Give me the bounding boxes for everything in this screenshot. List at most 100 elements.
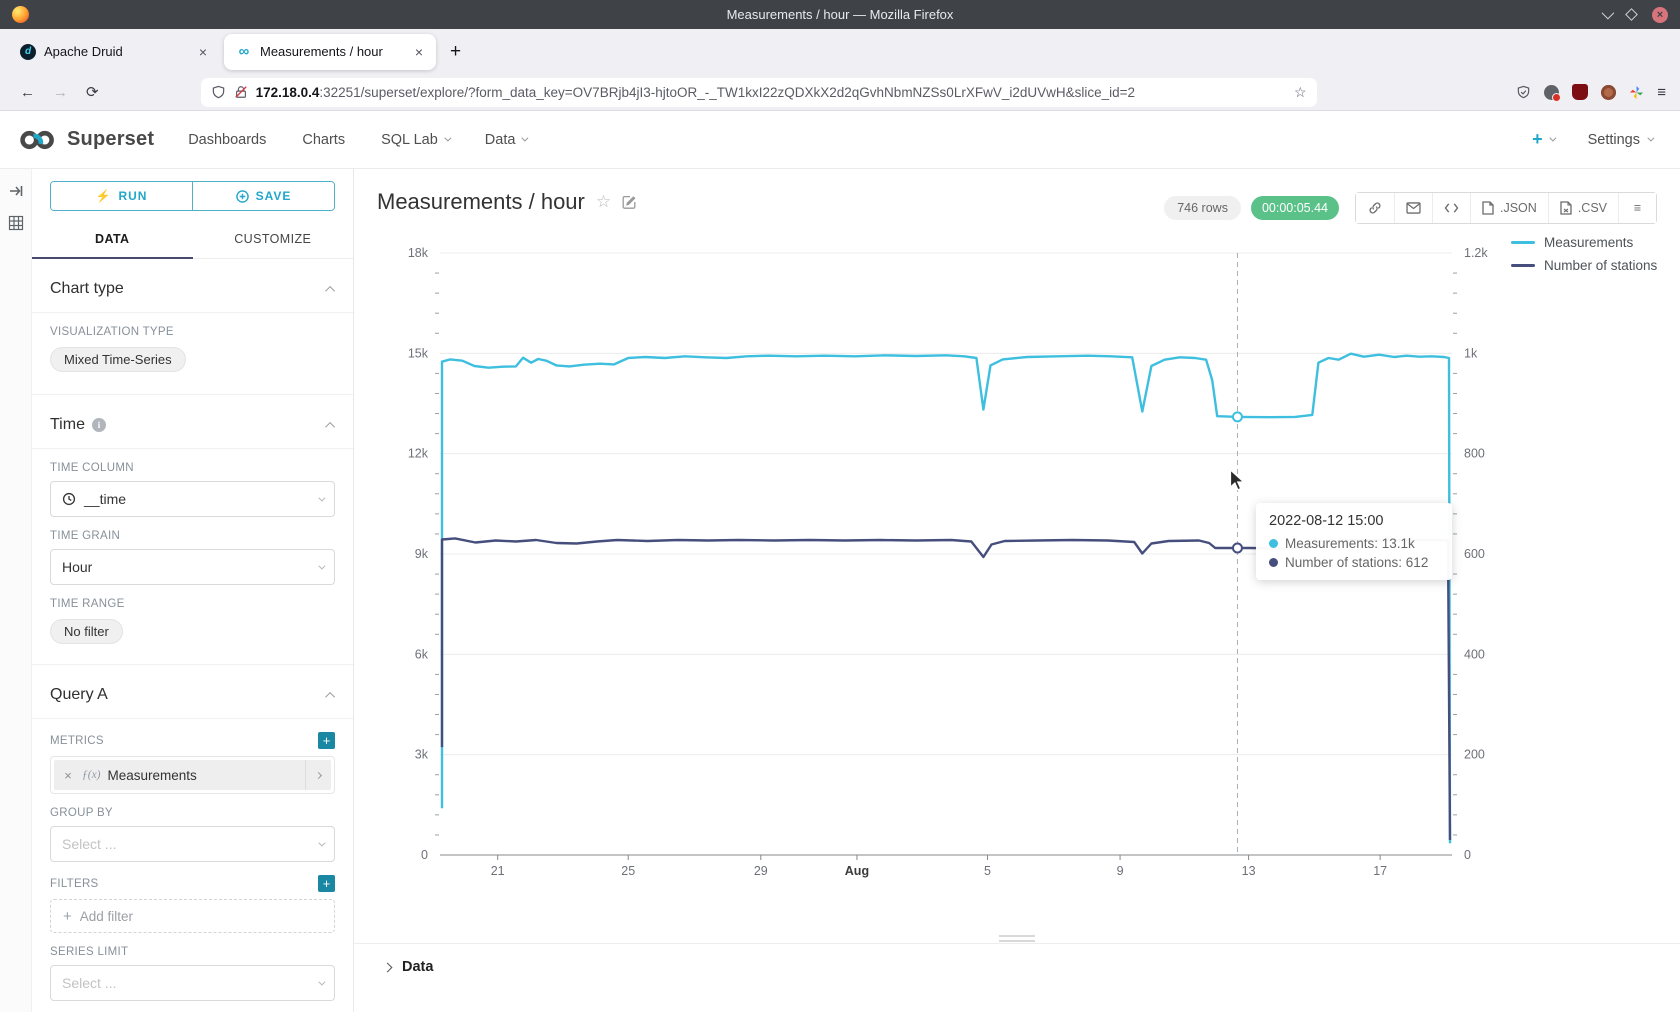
forward-icon[interactable]: →	[53, 84, 68, 101]
section-chart-type[interactable]: Chart type	[50, 259, 335, 312]
series-line-measurements[interactable]	[442, 354, 1450, 844]
pinwheel-extension-icon[interactable]	[1629, 85, 1644, 100]
legend-item-stations[interactable]: Number of stations	[1511, 258, 1657, 273]
tracking-shield-icon[interactable]	[211, 85, 226, 100]
add-metric-button[interactable]: +	[318, 732, 335, 749]
expand-metric-icon[interactable]	[305, 760, 331, 790]
chevron-down-icon	[318, 494, 325, 501]
tab-customize[interactable]: CUSTOMIZE	[193, 223, 354, 259]
nav-item-sql-lab[interactable]: SQL Lab	[381, 132, 449, 148]
superset-favicon-icon: ∞	[236, 44, 252, 60]
visualization-type-value[interactable]: Mixed Time-Series	[50, 347, 186, 372]
reload-icon[interactable]: ⟳	[86, 83, 99, 101]
browser-tab-bar: d Apache Druid × ∞ Measurements / hour ×…	[0, 29, 1680, 74]
dataset-grid-icon[interactable]	[8, 215, 24, 231]
pocket-shield-icon[interactable]	[1516, 85, 1531, 100]
close-tab-icon[interactable]: ×	[412, 44, 426, 60]
nav-item-data[interactable]: Data	[485, 132, 527, 148]
series-dot-icon	[1269, 539, 1278, 548]
tab-apache-druid[interactable]: d Apache Druid ×	[8, 34, 220, 70]
add-filter-button[interactable]: +	[318, 875, 335, 892]
ublock-extension-icon[interactable]	[1572, 84, 1588, 100]
embed-code-button[interactable]	[1432, 193, 1470, 223]
series-limit-label: SERIES LIMIT	[50, 946, 335, 958]
y-axis-label-right: 1k	[1464, 346, 1478, 360]
tab-measurements-hour[interactable]: ∞ Measurements / hour ×	[224, 34, 436, 70]
y-axis-label-right: 1.2k	[1464, 246, 1488, 260]
extension-icon[interactable]	[1601, 85, 1616, 100]
insecure-lock-icon[interactable]	[234, 85, 248, 99]
copy-link-button[interactable]	[1356, 193, 1394, 223]
lightning-icon: ⚡	[96, 189, 112, 203]
y-axis-label-left: 9k	[415, 547, 429, 561]
time-grain-select[interactable]: Hour	[50, 549, 335, 585]
panel-tabs: DATA CUSTOMIZE	[32, 223, 353, 259]
plus-circle-icon	[236, 190, 249, 203]
chevron-down-icon	[444, 135, 451, 142]
superset-logo[interactable]: Superset	[18, 127, 154, 153]
x-axis-label: 13	[1242, 864, 1256, 878]
add-filter-dropzone[interactable]: +Add filter	[50, 899, 335, 933]
legend-line-icon	[1511, 264, 1535, 268]
export-json-button[interactable]: .JSON	[1470, 193, 1548, 223]
nav-item-dashboards[interactable]: Dashboards	[188, 132, 266, 148]
email-button[interactable]	[1394, 193, 1432, 223]
tab-label: Apache Druid	[44, 44, 188, 59]
legend-label: Number of stations	[1544, 258, 1657, 273]
favorite-star-icon[interactable]: ☆	[596, 192, 611, 212]
new-item-button[interactable]: +	[1532, 129, 1554, 150]
container-extension-icon[interactable]	[1544, 85, 1559, 100]
hover-marker-icon	[1233, 412, 1242, 421]
group-by-select[interactable]: Select ...	[50, 826, 335, 862]
chevron-up-icon	[325, 285, 335, 295]
data-section-label: Data	[402, 959, 433, 975]
metric-measurements[interactable]: × ƒ(x)Measurements	[54, 760, 331, 790]
export-csv-button[interactable]: .CSV	[1548, 193, 1618, 223]
y-axis-label-left: 12k	[408, 447, 429, 461]
section-time[interactable]: Timei	[50, 395, 335, 448]
data-results-section[interactable]: Data	[354, 943, 1680, 975]
y-axis-label-left: 3k	[415, 748, 429, 762]
edit-title-icon[interactable]	[622, 195, 637, 210]
hamburger-menu-icon[interactable]: ≡	[1657, 84, 1666, 101]
envelope-icon	[1406, 202, 1421, 214]
save-button[interactable]: SAVE	[192, 182, 334, 210]
run-button[interactable]: ⚡RUN	[51, 182, 192, 210]
x-axis-label: 25	[621, 864, 635, 878]
url-bar[interactable]: 172.18.0.4:32251/superset/explore/?form_…	[201, 78, 1317, 107]
settings-menu[interactable]: Settings	[1588, 132, 1652, 148]
time-range-value[interactable]: No filter	[50, 619, 123, 644]
series-limit-select[interactable]: Select ...	[50, 965, 335, 1001]
tab-data[interactable]: DATA	[32, 223, 193, 259]
tooltip-title: 2022-08-12 15:00	[1269, 513, 1439, 529]
chart-tooltip: 2022-08-12 15:00 Measurements: 13.1k Num…	[1256, 503, 1452, 580]
bookmark-star-icon[interactable]: ☆	[1294, 84, 1307, 101]
query-timer-badge: 00:00:05.44	[1251, 196, 1339, 220]
close-tab-icon[interactable]: ×	[196, 44, 210, 60]
series-line-stations[interactable]	[442, 538, 1450, 840]
row-count-badge: 746 rows	[1164, 196, 1241, 220]
expand-panel-icon[interactable]	[8, 183, 24, 199]
legend-line-icon	[1511, 241, 1535, 245]
url-host: 172.18.0.4	[256, 85, 320, 100]
new-tab-button[interactable]: +	[440, 41, 471, 63]
chart-svg[interactable]: 18k1.2k15k1k12k8009k6006k4003k2000021252…	[354, 169, 1680, 1012]
browser-toolbar: ← → ⟳ 172.18.0.4:32251/superset/explore/…	[0, 74, 1680, 111]
y-axis-label-left: 0	[421, 848, 428, 862]
section-query-a[interactable]: Query A	[50, 665, 335, 718]
nav-item-charts[interactable]: Charts	[302, 132, 345, 148]
time-column-select[interactable]: __time	[50, 481, 335, 517]
y-axis-label-left: 18k	[408, 246, 429, 260]
back-icon[interactable]: ←	[20, 84, 35, 101]
remove-metric-icon[interactable]: ×	[54, 768, 82, 783]
legend-item-measurements[interactable]: Measurements	[1511, 235, 1657, 250]
chart-actions: .JSON .CSV ≡	[1355, 192, 1657, 224]
chevron-right-icon	[383, 962, 393, 972]
more-actions-button[interactable]: ≡	[1618, 193, 1656, 223]
window-close-icon[interactable]: ×	[1652, 7, 1668, 23]
function-icon: ƒ(x)	[82, 769, 101, 781]
y-axis-label-left: 6k	[415, 647, 429, 661]
window-maximize-icon[interactable]	[1625, 8, 1638, 21]
window-minimize-icon[interactable]	[1602, 7, 1615, 20]
window-title: Measurements / hour — Mozilla Firefox	[0, 7, 1680, 22]
